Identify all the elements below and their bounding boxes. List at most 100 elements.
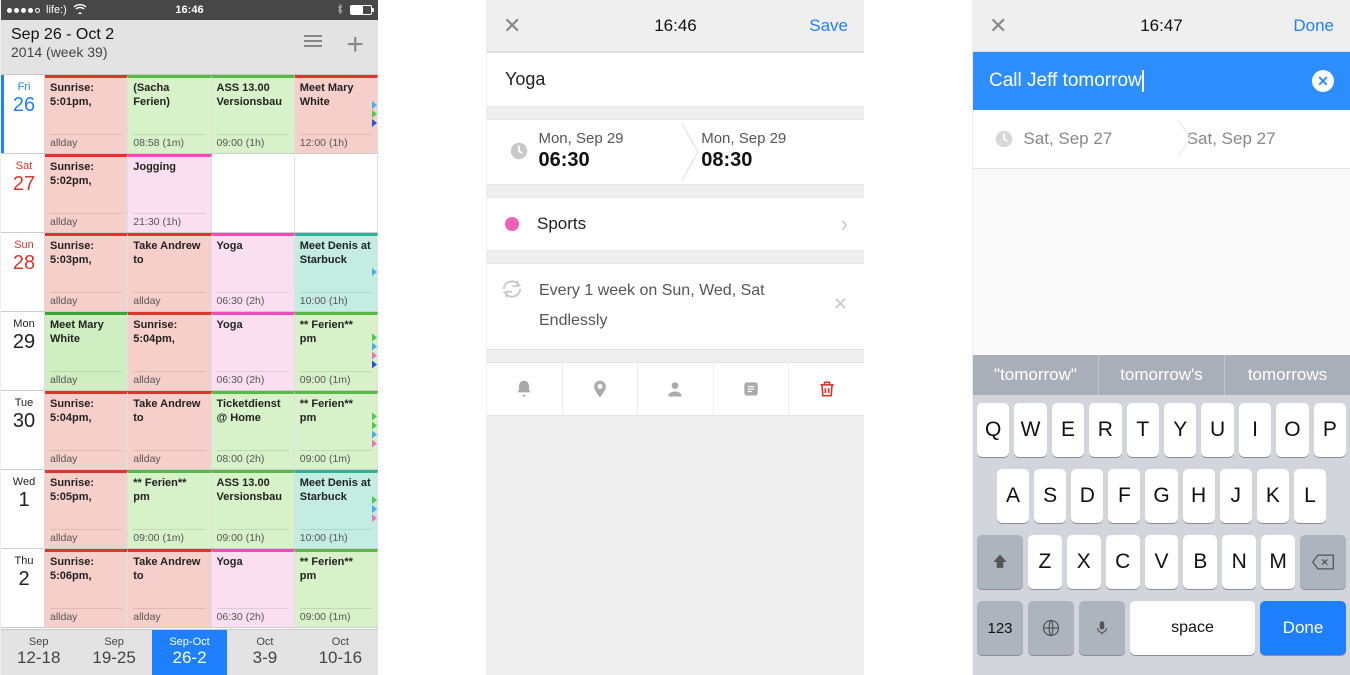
key-u[interactable]: U: [1201, 403, 1233, 457]
event-cell[interactable]: ** Ferien** pm09:00 (1m): [295, 312, 378, 390]
key-m[interactable]: M: [1261, 535, 1295, 589]
repeat-row[interactable]: Every 1 week on Sun, Wed, Sat Endlessly …: [487, 263, 864, 350]
event-cell[interactable]: (Sacha Ferien)08:58 (1m): [128, 75, 211, 153]
key-l[interactable]: L: [1294, 469, 1326, 523]
event-cell[interactable]: Yoga06:30 (2h): [212, 549, 295, 627]
shift-key[interactable]: [977, 535, 1023, 589]
event-cell[interactable]: Yoga06:30 (2h): [212, 312, 295, 390]
event-cell[interactable]: ** Ferien** pm09:00 (1m): [295, 549, 378, 627]
event-cell[interactable]: Sunrise: 5:03pm,allday: [45, 233, 128, 311]
key-b[interactable]: B: [1183, 535, 1217, 589]
day-label[interactable]: Fri26: [1, 75, 45, 153]
key-c[interactable]: C: [1106, 535, 1140, 589]
event-cell[interactable]: Sunrise: 5:05pm,allday: [45, 470, 128, 548]
day-row[interactable]: Sun28Sunrise: 5:03pm,alldayTake Andrew t…: [1, 233, 378, 312]
key-s[interactable]: S: [1034, 469, 1066, 523]
event-cell[interactable]: Yoga06:30 (2h): [212, 233, 295, 311]
day-label[interactable]: Tue30: [1, 391, 45, 469]
event-cell[interactable]: Sunrise: 5:04pm,allday: [128, 312, 211, 390]
key-j[interactable]: J: [1220, 469, 1252, 523]
quick-end-date[interactable]: Sat, Sep 27: [1187, 129, 1350, 149]
week-tab[interactable]: Sep12-18: [1, 630, 76, 675]
key-h[interactable]: H: [1183, 469, 1215, 523]
alert-button[interactable]: [487, 363, 563, 415]
key-w[interactable]: W: [1014, 403, 1046, 457]
day-label[interactable]: Mon29: [1, 312, 45, 390]
event-cell[interactable]: ** Ferien** pm09:00 (1m): [295, 391, 378, 469]
clear-repeat-icon[interactable]: ✕: [833, 294, 848, 315]
event-cell[interactable]: Meet Mary White12:00 (1h): [295, 75, 378, 153]
backspace-key[interactable]: [1300, 535, 1346, 589]
week-tabs[interactable]: Sep12-18Sep19-25Sep-Oct26-2Oct3-9Oct10-1…: [1, 629, 378, 675]
suggestion[interactable]: tomorrows: [1225, 355, 1350, 395]
save-button[interactable]: Save: [809, 16, 848, 36]
category-row[interactable]: Sports ›: [487, 197, 864, 251]
event-dates[interactable]: Mon, Sep 29 06:30 Mon, Sep 29 08:30: [487, 119, 864, 185]
key-r[interactable]: R: [1089, 403, 1121, 457]
event-cell[interactable]: Sunrise: 5:02pm,allday: [45, 154, 128, 232]
close-icon[interactable]: ✕: [503, 13, 521, 39]
keyboard-suggestions[interactable]: "tomorrow"tomorrow'stomorrows: [973, 355, 1350, 395]
day-label[interactable]: Sat27: [1, 154, 45, 232]
key-d[interactable]: D: [1071, 469, 1103, 523]
key-q[interactable]: Q: [977, 403, 1009, 457]
event-name-field[interactable]: Yoga: [487, 52, 864, 107]
keyboard[interactable]: QWERTYUIOP ASDFGHJKL ZXCVBNM 123 space D…: [973, 395, 1350, 675]
day-row[interactable]: Tue30Sunrise: 5:04pm,alldayTake Andrew t…: [1, 391, 378, 470]
clear-input-icon[interactable]: ✕: [1312, 70, 1334, 92]
day-label[interactable]: Thu2: [1, 549, 45, 627]
key-t[interactable]: T: [1127, 403, 1159, 457]
key-p[interactable]: P: [1314, 403, 1346, 457]
attendee-button[interactable]: [638, 363, 714, 415]
day-row[interactable]: Wed1Sunrise: 5:05pm,allday** Ferien** pm…: [1, 470, 378, 549]
key-f[interactable]: F: [1108, 469, 1140, 523]
key-n[interactable]: N: [1222, 535, 1256, 589]
event-cell[interactable]: Jogging21:30 (1h): [128, 154, 211, 232]
key-g[interactable]: G: [1145, 469, 1177, 523]
event-cell[interactable]: [295, 154, 378, 232]
event-cell[interactable]: Sunrise: 5:01pm,allday: [45, 75, 128, 153]
location-button[interactable]: [563, 363, 639, 415]
day-row[interactable]: Fri26Sunrise: 5:01pm,allday(Sacha Ferien…: [1, 75, 378, 154]
quick-dates[interactable]: Sat, Sep 27 Sat, Sep 27: [973, 110, 1350, 169]
key-z[interactable]: Z: [1028, 535, 1062, 589]
day-label[interactable]: Sun28: [1, 233, 45, 311]
week-tab[interactable]: Oct10-16: [303, 630, 378, 675]
event-cell[interactable]: ASS 13.00 Versionsbau09:00 (1h): [212, 75, 295, 153]
key-a[interactable]: A: [997, 469, 1029, 523]
event-cell[interactable]: [212, 154, 295, 232]
week-tab[interactable]: Sep19-25: [76, 630, 151, 675]
suggestion[interactable]: "tomorrow": [973, 355, 1099, 395]
day-row[interactable]: Sat27Sunrise: 5:02pm,alldayJogging21:30 …: [1, 154, 378, 233]
day-row[interactable]: Mon29Meet Mary WhitealldaySunrise: 5:04p…: [1, 312, 378, 391]
event-cell[interactable]: ** Ferien** pm09:00 (1m): [128, 470, 211, 548]
event-cell[interactable]: Take Andrew toallday: [128, 391, 211, 469]
key-e[interactable]: E: [1052, 403, 1084, 457]
event-cell[interactable]: Meet Mary Whiteallday: [45, 312, 128, 390]
end-datetime[interactable]: Mon, Sep 29 08:30: [701, 130, 864, 172]
event-cell[interactable]: Meet Denis at Starbuck10:00 (1h): [295, 470, 378, 548]
space-key[interactable]: space: [1130, 601, 1255, 655]
week-tab[interactable]: Oct3-9: [227, 630, 302, 675]
keyboard-done-key[interactable]: Done: [1260, 601, 1346, 655]
week-tab[interactable]: Sep-Oct26-2: [152, 630, 227, 675]
suggestion[interactable]: tomorrow's: [1099, 355, 1225, 395]
key-i[interactable]: I: [1239, 403, 1271, 457]
done-button[interactable]: Done: [1293, 16, 1334, 36]
key-y[interactable]: Y: [1164, 403, 1196, 457]
numbers-key[interactable]: 123: [977, 601, 1023, 655]
week-grid[interactable]: Fri26Sunrise: 5:01pm,allday(Sacha Ferien…: [1, 75, 378, 629]
event-cell[interactable]: Take Andrew toallday: [128, 233, 211, 311]
event-cell[interactable]: Meet Denis at Starbuck10:00 (1h): [295, 233, 378, 311]
key-v[interactable]: V: [1145, 535, 1179, 589]
mic-key[interactable]: [1079, 601, 1125, 655]
event-cell[interactable]: ASS 13.00 Versionsbau09:00 (1h): [212, 470, 295, 548]
notes-button[interactable]: [714, 363, 790, 415]
start-datetime[interactable]: Mon, Sep 29 06:30: [538, 130, 701, 172]
globe-key[interactable]: [1028, 601, 1074, 655]
delete-button[interactable]: [789, 363, 864, 415]
menu-icon[interactable]: [304, 35, 322, 47]
quick-input[interactable]: Call Jeff tomorrow ✕: [973, 52, 1350, 110]
event-cell[interactable]: Sunrise: 5:04pm,allday: [45, 391, 128, 469]
event-cell[interactable]: Take Andrew toallday: [128, 549, 211, 627]
